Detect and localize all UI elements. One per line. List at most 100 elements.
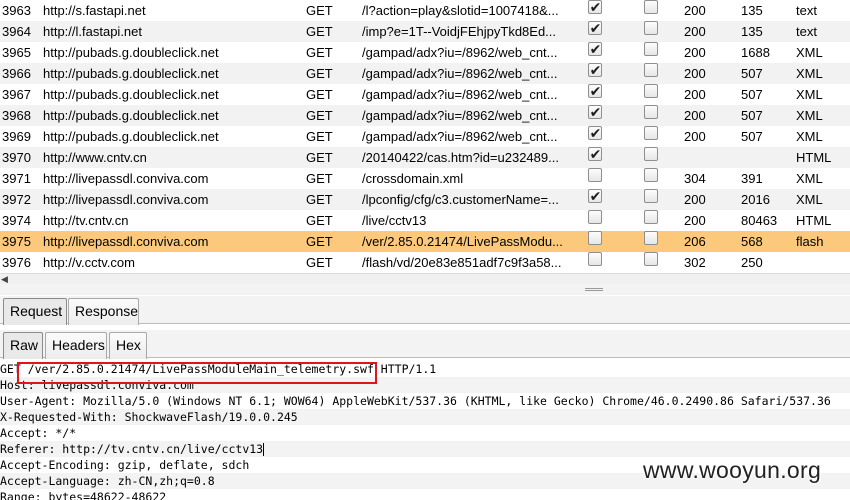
table-row[interactable]: 3963 http://s.fastapi.net GET/l?action=pla…: [0, 0, 850, 21]
tab-headers[interactable]: Headers: [45, 332, 107, 359]
params-checkbox[interactable]: ✔: [588, 126, 602, 140]
table-row[interactable]: 3968 http://pubads.g.doubleclick.net GET/g…: [0, 105, 850, 126]
edited-checkbox[interactable]: [644, 126, 658, 140]
row-mime-type: HTML: [796, 150, 832, 165]
params-checkbox[interactable]: ✔: [588, 0, 602, 14]
edited-checkbox[interactable]: [644, 210, 658, 224]
table-row[interactable]: 3974 http://tv.cntv.cn GET/live/cctv13 200 8…: [0, 210, 850, 231]
raw-request-line-text: Referer: http://tv.cntv.cn/live/cctv13: [0, 442, 264, 456]
text-cursor: [263, 443, 265, 456]
edited-checkbox[interactable]: [644, 168, 658, 182]
edited-checkbox[interactable]: [644, 0, 658, 14]
row-host: http://www.cntv.cn: [43, 150, 147, 165]
row-url: /ver/2.85.0.21474/LivePassModu...: [362, 234, 562, 249]
edited-checkbox[interactable]: [644, 21, 658, 35]
row-length: 507: [741, 66, 763, 81]
row-number: 3972: [2, 192, 31, 207]
row-method: GET: [306, 87, 333, 102]
edited-checkbox[interactable]: [644, 189, 658, 203]
row-number: 3974: [2, 213, 31, 228]
raw-request-line[interactable]: Range: bytes=48622-48622: [0, 489, 850, 500]
row-method: GET: [306, 150, 333, 165]
edited-checkbox[interactable]: [644, 252, 658, 266]
row-url: /live/cctv13: [362, 213, 427, 228]
row-method: GET: [306, 45, 333, 60]
table-row[interactable]: 3964 http://l.fastapi.net GET/imp?e=1T--Vo…: [0, 21, 850, 42]
row-url: /gampad/adx?iu=/8962/web_cnt...: [362, 66, 558, 81]
table-row[interactable]: 3971 http://livepassdl.conviva.com GET/cro…: [0, 168, 850, 189]
params-checkbox[interactable]: ✔: [588, 189, 602, 203]
table-row[interactable]: 3965 http://pubads.g.doubleclick.net GET/g…: [0, 42, 850, 63]
row-status: 200: [684, 213, 706, 228]
edited-checkbox[interactable]: [644, 42, 658, 56]
tab-raw[interactable]: Raw: [3, 332, 43, 359]
row-method: GET: [306, 66, 333, 81]
edited-checkbox[interactable]: [644, 231, 658, 245]
row-host: http://tv.cntv.cn: [43, 213, 129, 228]
params-checkbox[interactable]: ✔: [588, 147, 602, 161]
params-checkbox[interactable]: ✔: [588, 42, 602, 56]
edited-checkbox[interactable]: [644, 147, 658, 161]
row-status: 200: [684, 45, 706, 60]
row-length: 135: [741, 24, 763, 39]
table-row[interactable]: 3969 http://pubads.g.doubleclick.net GET/g…: [0, 126, 850, 147]
row-host: http://l.fastapi.net: [43, 24, 143, 39]
row-host: http://s.fastapi.net: [43, 3, 146, 18]
row-host: http://pubads.g.doubleclick.net: [43, 87, 219, 102]
edited-checkbox[interactable]: [644, 84, 658, 98]
row-number: 3971: [2, 171, 31, 186]
row-length: 391: [741, 171, 763, 186]
raw-request-line[interactable]: X-Requested-With: ShockwaveFlash/19.0.0.…: [0, 409, 850, 425]
row-method: GET: [306, 3, 333, 18]
row-mime-type: XML: [796, 171, 823, 186]
row-number: 3970: [2, 150, 31, 165]
params-checkbox[interactable]: [588, 210, 602, 224]
http-history-table[interactable]: 3963 http://s.fastapi.net GET/l?action=pla…: [0, 0, 850, 273]
params-checkbox[interactable]: ✔: [588, 84, 602, 98]
raw-request-line[interactable]: User-Agent: Mozilla/5.0 (Windows NT 6.1;…: [0, 393, 850, 409]
row-number: 3969: [2, 129, 31, 144]
table-row[interactable]: 3972 http://livepassdl.conviva.com GET/lpc…: [0, 189, 850, 210]
params-checkbox[interactable]: [588, 231, 602, 245]
row-mime-type: HTML: [796, 213, 832, 228]
row-method: GET: [306, 108, 333, 123]
watermark: www.wooyun.org: [643, 457, 822, 483]
tab-hex[interactable]: Hex: [109, 332, 147, 359]
row-length: 135: [741, 3, 763, 18]
table-row[interactable]: 3967 http://pubads.g.doubleclick.net GET/g…: [0, 84, 850, 105]
splitter-grip-icon[interactable]: [585, 288, 603, 291]
row-number: 3965: [2, 45, 31, 60]
row-url: /gampad/adx?iu=/8962/web_cnt...: [362, 108, 558, 123]
row-url: /crossdomain.xml: [362, 171, 464, 186]
raw-request-line[interactable]: Accept: */*: [0, 425, 850, 441]
raw-request-line[interactable]: Referer: http://tv.cntv.cn/live/cctv13: [0, 441, 850, 457]
params-checkbox[interactable]: [588, 168, 602, 182]
edited-checkbox[interactable]: [644, 105, 658, 119]
params-checkbox[interactable]: ✔: [588, 21, 602, 35]
row-url: /imp?e=1T--VoidjFEhjpyTkd8Ed...: [362, 24, 557, 39]
row-number: 3968: [2, 108, 31, 123]
table-row-selected[interactable]: 3975 http://livepassdl.conviva.com GET/ver…: [0, 231, 850, 252]
history-scrollbar[interactable]: ◀: [0, 273, 850, 284]
table-row[interactable]: 3970 http://www.cntv.cn GET/20140422/cas.h…: [0, 147, 850, 168]
params-checkbox[interactable]: ✔: [588, 63, 602, 77]
raw-request-line-text: User-Agent: Mozilla/5.0 (Windows NT 6.1;…: [0, 394, 831, 408]
pane-splitter[interactable]: [0, 284, 850, 295]
checkmark-icon: ✔: [589, 21, 602, 35]
checkmark-icon: ✔: [589, 126, 602, 140]
row-host: http://livepassdl.conviva.com: [43, 171, 209, 186]
row-method: GET: [306, 213, 333, 228]
message-tabs: Request Response: [0, 296, 850, 325]
params-checkbox[interactable]: ✔: [588, 105, 602, 119]
table-row[interactable]: 3966 http://pubads.g.doubleclick.net GET/g…: [0, 63, 850, 84]
table-row[interactable]: 3976 http://v.cctv.com GET/flash/vd/20e83e…: [0, 252, 850, 273]
row-mime-type: XML: [796, 108, 823, 123]
row-number: 3964: [2, 24, 31, 39]
tab-response[interactable]: Response: [68, 298, 139, 325]
params-checkbox[interactable]: [588, 252, 602, 266]
tab-request[interactable]: Request: [3, 298, 67, 325]
edited-checkbox[interactable]: [644, 63, 658, 77]
checkmark-icon: ✔: [589, 189, 602, 203]
row-status: 200: [684, 129, 706, 144]
raw-request-line-text: Accept-Encoding: gzip, deflate, sdch: [0, 458, 250, 472]
